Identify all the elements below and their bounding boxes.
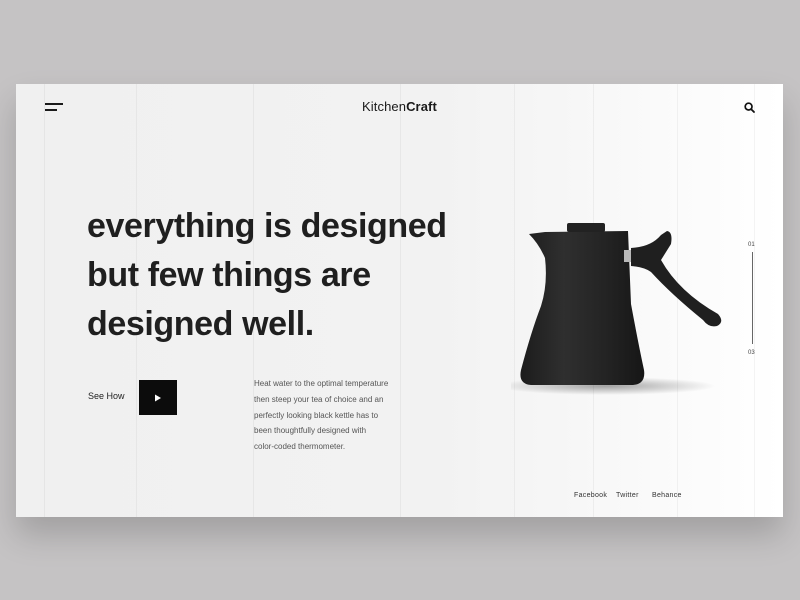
see-how-link[interactable]: See How [88,391,125,401]
hero-card: KitchenCraft everything is designed but … [16,84,783,517]
hero-description: Heat water to the optimal temperature th… [254,376,404,455]
description-line: then steep your tea of choice and an [254,394,384,404]
grid-line [754,84,755,517]
pager-total: 03 [748,350,755,356]
play-icon [155,394,161,401]
pager-track[interactable] [752,252,753,344]
logo-text-bold: Craft [406,99,437,114]
kettle-product-image [511,223,722,395]
headline-line: but few things are [87,256,371,294]
description-line: color-coded thermometer. [254,442,346,452]
description-line: Heat water to the optimal temperature [254,379,389,388]
social-link-behance[interactable]: Behance [652,492,682,499]
logo-text-light: Kitchen [362,99,407,114]
pager-current: 01 [748,242,755,248]
grid-line [44,84,45,517]
social-link-facebook[interactable]: Facebook [574,492,607,499]
hamburger-menu-icon[interactable] [45,103,65,113]
social-link-twitter[interactable]: Twitter [616,492,639,499]
brand-logo[interactable]: KitchenCraft [362,99,437,114]
headline-line: designed well. [87,305,314,343]
hero-headline: everything is designed but few things ar… [87,202,467,349]
search-icon[interactable] [743,101,757,115]
description-line: perfectly looking black kettle has to [254,410,379,420]
description-line: been thoughtfully designed with [254,426,367,436]
play-button[interactable] [139,380,177,415]
headline-line: everything is designed [87,207,447,245]
